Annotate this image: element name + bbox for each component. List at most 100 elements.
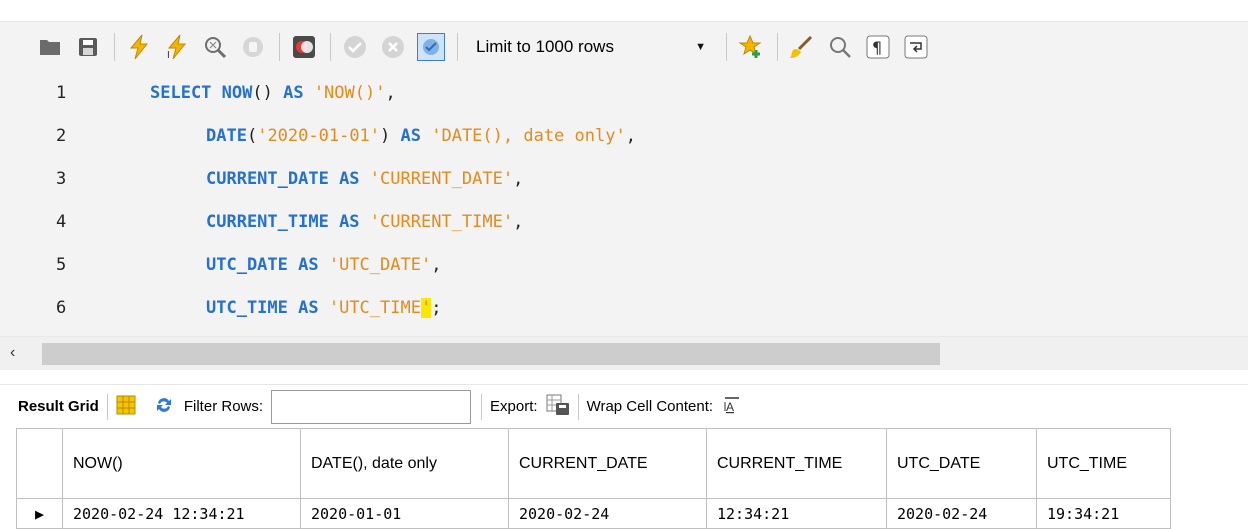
toolbar-separator xyxy=(457,33,458,61)
wrap-icon[interactable] xyxy=(902,33,930,61)
limit-rows-select[interactable]: Limit to 1000 rows ▼ xyxy=(468,32,714,62)
code-line[interactable]: 6 UTC_TIME AS 'UTC_TIME'; xyxy=(0,293,1248,323)
autocommit-icon[interactable] xyxy=(417,33,445,61)
code-text: CURRENT_DATE AS 'CURRENT_DATE', xyxy=(206,169,523,189)
code-token: UTC_DATE xyxy=(206,255,299,275)
code-token: ) xyxy=(380,126,401,146)
line-number: 4 xyxy=(56,212,67,232)
cursor-highlight: ' xyxy=(420,298,432,318)
code-token: CURRENT_TIME xyxy=(206,212,340,232)
sql-editor[interactable]: 1 SELECT NOW() AS 'NOW()', 2 DATE('2020-01-… xyxy=(0,72,1248,336)
export-label: Export: xyxy=(490,398,538,415)
grid-cell[interactable]: 2020-02-24 12:34:21 xyxy=(62,498,301,529)
code-token: SELECT xyxy=(150,83,222,103)
row-pointer-icon[interactable]: ▶ xyxy=(16,498,63,529)
grid-layout-icon[interactable] xyxy=(116,395,136,419)
code-token: , xyxy=(513,169,524,189)
svg-text:A: A xyxy=(726,400,734,414)
refresh-icon[interactable] xyxy=(154,395,174,419)
grid-header-row: NOW() DATE(), date only CURRENT_DATE CUR… xyxy=(16,428,1171,499)
code-token: NOW xyxy=(221,83,253,103)
column-header[interactable]: DATE(), date only xyxy=(300,428,509,499)
toolbar-separator xyxy=(577,393,579,420)
toolbar-separator xyxy=(106,393,108,420)
toolbar-separator xyxy=(777,33,778,61)
editor-horizontal-scrollbar[interactable]: ‹ xyxy=(0,336,1248,370)
code-token: , xyxy=(513,212,524,232)
code-token: 'UTC_DATE' xyxy=(328,255,432,275)
commit-icon[interactable] xyxy=(341,33,369,61)
column-header[interactable]: NOW() xyxy=(62,428,301,499)
code-token: CURRENT_DATE xyxy=(206,169,340,189)
result-toolbar: Result Grid Filter Rows: Export: Wrap Ce… xyxy=(0,384,1248,428)
filter-rows-label: Filter Rows: xyxy=(183,398,264,415)
execute-icon[interactable] xyxy=(125,33,153,61)
beautify-icon[interactable] xyxy=(788,33,816,61)
line-number: 5 xyxy=(56,255,67,275)
code-text: UTC_DATE AS 'UTC_DATE', xyxy=(206,255,441,275)
toolbar-separator xyxy=(481,393,483,420)
code-token: () xyxy=(252,83,284,103)
code-token: 'CURRENT_DATE' xyxy=(369,169,514,189)
code-text: UTC_TIME AS 'UTC_TIME'; xyxy=(206,298,441,318)
table-row[interactable]: ▶ 2020-02-24 12:34:21 2020-01-01 2020-02… xyxy=(16,498,1171,529)
line-number: 6 xyxy=(56,298,67,318)
export-icon[interactable] xyxy=(546,394,570,420)
limit-rows-label: Limit to 1000 rows xyxy=(476,37,614,56)
code-token: AS xyxy=(298,255,329,275)
code-text: DATE('2020-01-01') AS 'DATE(), date only… xyxy=(206,126,636,146)
column-header[interactable]: UTC_DATE xyxy=(886,428,1037,499)
scroll-left-icon[interactable]: ‹ xyxy=(10,344,15,362)
execute-current-icon[interactable]: I xyxy=(163,33,191,61)
grid-cell[interactable]: 2020-02-24 xyxy=(886,498,1037,529)
code-line[interactable]: 5 UTC_DATE AS 'UTC_DATE', xyxy=(0,250,1248,280)
line-number: 2 xyxy=(56,126,67,146)
grid-cell[interactable]: 19:34:21 xyxy=(1036,498,1171,529)
code-token: 'NOW()' xyxy=(313,83,386,103)
code-token: ( xyxy=(246,126,258,146)
invisible-chars-icon[interactable]: ¶ xyxy=(864,33,892,61)
add-snippet-icon[interactable] xyxy=(737,33,765,61)
stop-icon[interactable] xyxy=(239,33,267,61)
grid-cell[interactable]: 12:34:21 xyxy=(706,498,887,529)
code-token: AS xyxy=(339,169,370,189)
result-grid-tab[interactable]: Result Grid xyxy=(18,398,99,415)
code-line[interactable]: 2 DATE('2020-01-01') AS 'DATE(), date onl… xyxy=(0,121,1248,151)
toolbar-separator xyxy=(279,33,280,61)
folder-icon[interactable] xyxy=(36,33,64,61)
svg-text:I: I xyxy=(167,50,170,60)
code-token: 'CURRENT_TIME' xyxy=(369,212,514,232)
save-icon[interactable] xyxy=(74,33,102,61)
code-token: AS xyxy=(298,298,329,318)
column-header[interactable]: CURRENT_TIME xyxy=(706,428,887,499)
grid-cell[interactable]: 2020-02-24 xyxy=(508,498,707,529)
scrollbar-thumb[interactable] xyxy=(42,343,940,365)
chevron-down-icon: ▼ xyxy=(695,41,706,53)
column-header[interactable]: UTC_TIME xyxy=(1036,428,1171,499)
grid-corner-cell xyxy=(16,428,63,499)
result-grid[interactable]: NOW() DATE(), date only CURRENT_DATE CUR… xyxy=(16,428,1171,529)
wrap-cell-icon[interactable]: A xyxy=(723,396,741,418)
rollback-icon[interactable] xyxy=(379,33,407,61)
toggle-error-icon[interactable] xyxy=(290,33,318,61)
code-token: 'DATE(), date only' xyxy=(431,126,626,146)
find-icon[interactable] xyxy=(826,33,854,61)
code-line[interactable]: 3 CURRENT_DATE AS 'CURRENT_DATE', xyxy=(0,164,1248,194)
code-token: , xyxy=(625,126,636,146)
filter-rows-input[interactable] xyxy=(271,389,472,424)
code-token: AS xyxy=(339,212,370,232)
code-token: , xyxy=(431,255,442,275)
line-number: 1 xyxy=(56,83,67,103)
column-header[interactable]: CURRENT_DATE xyxy=(508,428,707,499)
code-text: CURRENT_TIME AS 'CURRENT_TIME', xyxy=(206,212,523,232)
code-token: AS xyxy=(400,126,432,146)
code-token: DATE xyxy=(206,126,247,146)
grid-cell[interactable]: 2020-01-01 xyxy=(300,498,509,529)
explain-icon[interactable] xyxy=(201,33,229,61)
svg-text:¶: ¶ xyxy=(872,38,882,57)
wrap-cell-content-label: Wrap Cell Content: xyxy=(586,398,714,415)
code-token: '2020-01-01' xyxy=(257,126,381,146)
toolbar-separator xyxy=(726,33,727,61)
code-line[interactable]: 1 SELECT NOW() AS 'NOW()', xyxy=(0,78,1248,108)
code-line[interactable]: 4 CURRENT_TIME AS 'CURRENT_TIME', xyxy=(0,207,1248,237)
